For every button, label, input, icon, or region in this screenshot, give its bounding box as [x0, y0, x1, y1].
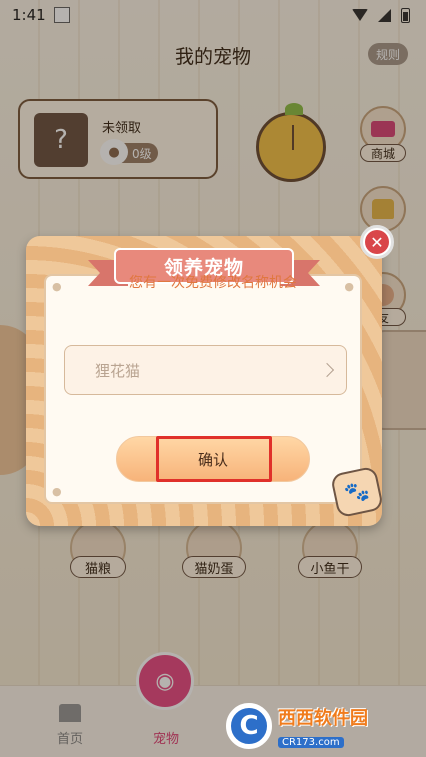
chevron-right-icon — [319, 362, 335, 378]
pet-name-input[interactable] — [95, 361, 322, 379]
watermark: C 西西软件园 CR173.com — [226, 700, 422, 752]
watermark-title: 西西软件园 — [278, 707, 368, 729]
watermark-url: CR173.com — [278, 736, 344, 748]
confirm-button[interactable]: 确认 — [116, 436, 310, 482]
pet-name-field[interactable] — [64, 345, 347, 395]
close-icon: ✕ — [365, 230, 389, 254]
dialog-subtitle: 您有一次免费修改名称机会 — [129, 275, 297, 291]
paw-print-icon: ● — [52, 485, 62, 498]
watermark-logo: C — [226, 703, 272, 749]
close-button[interactable]: ✕ — [360, 225, 394, 259]
